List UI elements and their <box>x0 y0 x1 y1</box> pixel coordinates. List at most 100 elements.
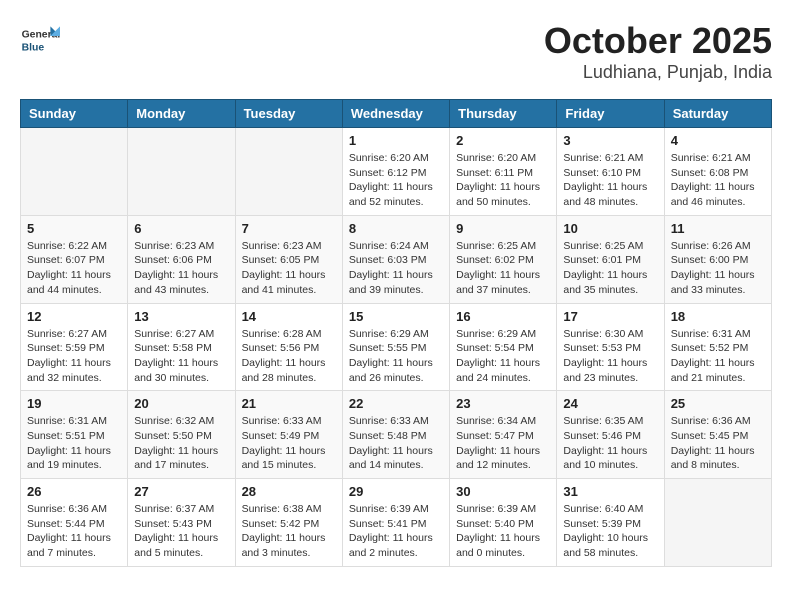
day-number: 2 <box>456 133 550 148</box>
calendar-cell: 30 Sunrise: 6:39 AMSunset: 5:40 PMDayligh… <box>450 479 557 567</box>
calendar-cell: 13 Sunrise: 6:27 AMSunset: 5:58 PMDayligh… <box>128 303 235 391</box>
page-header: General Blue October 2025 Ludhiana, Punj… <box>20 20 772 83</box>
day-number: 29 <box>349 484 443 499</box>
day-info: Sunrise: 6:29 AMSunset: 5:54 PMDaylight:… <box>456 327 550 386</box>
day-info: Sunrise: 6:33 AMSunset: 5:48 PMDaylight:… <box>349 414 443 473</box>
day-info: Sunrise: 6:32 AMSunset: 5:50 PMDaylight:… <box>134 414 228 473</box>
day-number: 24 <box>563 396 657 411</box>
calendar-cell: 6 Sunrise: 6:23 AMSunset: 6:06 PMDaylight… <box>128 215 235 303</box>
day-info: Sunrise: 6:39 AMSunset: 5:40 PMDaylight:… <box>456 502 550 561</box>
calendar-cell: 21 Sunrise: 6:33 AMSunset: 5:49 PMDayligh… <box>235 391 342 479</box>
logo-icon: General Blue <box>20 20 60 60</box>
day-info: Sunrise: 6:33 AMSunset: 5:49 PMDaylight:… <box>242 414 336 473</box>
day-number: 19 <box>27 396 121 411</box>
calendar-cell <box>128 128 235 216</box>
day-info: Sunrise: 6:20 AMSunset: 6:11 PMDaylight:… <box>456 151 550 210</box>
calendar-cell: 2 Sunrise: 6:20 AMSunset: 6:11 PMDaylight… <box>450 128 557 216</box>
day-info: Sunrise: 6:23 AMSunset: 6:05 PMDaylight:… <box>242 239 336 298</box>
month-title: October 2025 <box>544 20 772 62</box>
day-number: 7 <box>242 221 336 236</box>
calendar-cell: 1 Sunrise: 6:20 AMSunset: 6:12 PMDaylight… <box>342 128 449 216</box>
day-info: Sunrise: 6:20 AMSunset: 6:12 PMDaylight:… <box>349 151 443 210</box>
day-info: Sunrise: 6:26 AMSunset: 6:00 PMDaylight:… <box>671 239 765 298</box>
day-number: 1 <box>349 133 443 148</box>
day-number: 20 <box>134 396 228 411</box>
calendar-cell: 25Sunrise: 6:36 AMSunset: 5:45 PMDayligh… <box>664 391 771 479</box>
day-number: 21 <box>242 396 336 411</box>
calendar-cell: 23 Sunrise: 6:34 AMSunset: 5:47 PMDayligh… <box>450 391 557 479</box>
calendar-week-2: 5 Sunrise: 6:22 AMSunset: 6:07 PMDaylight… <box>21 215 772 303</box>
calendar-cell <box>664 479 771 567</box>
day-number: 15 <box>349 309 443 324</box>
day-number: 11 <box>671 221 765 236</box>
calendar-cell: 26Sunrise: 6:36 AMSunset: 5:44 PMDayligh… <box>21 479 128 567</box>
day-number: 31 <box>563 484 657 499</box>
title-area: October 2025 Ludhiana, Punjab, India <box>544 20 772 83</box>
calendar-cell: 15 Sunrise: 6:29 AMSunset: 5:55 PMDayligh… <box>342 303 449 391</box>
day-info: Sunrise: 6:22 AMSunset: 6:07 PMDaylight:… <box>27 239 121 298</box>
calendar-week-1: 1 Sunrise: 6:20 AMSunset: 6:12 PMDaylight… <box>21 128 772 216</box>
day-number: 3 <box>563 133 657 148</box>
day-number: 16 <box>456 309 550 324</box>
calendar-cell: 5 Sunrise: 6:22 AMSunset: 6:07 PMDaylight… <box>21 215 128 303</box>
day-number: 28 <box>242 484 336 499</box>
calendar-cell: 20 Sunrise: 6:32 AMSunset: 5:50 PMDayligh… <box>128 391 235 479</box>
day-number: 23 <box>456 396 550 411</box>
day-number: 4 <box>671 133 765 148</box>
col-wednesday: Wednesday <box>342 100 449 128</box>
calendar-cell: 9Sunrise: 6:25 AMSunset: 6:02 PMDaylight… <box>450 215 557 303</box>
calendar-cell: 10Sunrise: 6:25 AMSunset: 6:01 PMDayligh… <box>557 215 664 303</box>
calendar-cell: 4Sunrise: 6:21 AMSunset: 6:08 PMDaylight… <box>664 128 771 216</box>
col-saturday: Saturday <box>664 100 771 128</box>
day-info: Sunrise: 6:30 AMSunset: 5:53 PMDaylight:… <box>563 327 657 386</box>
calendar-cell: 19Sunrise: 6:31 AMSunset: 5:51 PMDayligh… <box>21 391 128 479</box>
day-number: 14 <box>242 309 336 324</box>
col-sunday: Sunday <box>21 100 128 128</box>
day-number: 6 <box>134 221 228 236</box>
day-number: 30 <box>456 484 550 499</box>
day-info: Sunrise: 6:36 AMSunset: 5:44 PMDaylight:… <box>27 502 121 561</box>
calendar-week-3: 12Sunrise: 6:27 AMSunset: 5:59 PMDayligh… <box>21 303 772 391</box>
day-info: Sunrise: 6:27 AMSunset: 5:59 PMDaylight:… <box>27 327 121 386</box>
calendar-cell: 16 Sunrise: 6:29 AMSunset: 5:54 PMDayligh… <box>450 303 557 391</box>
calendar-cell: 17 Sunrise: 6:30 AMSunset: 5:53 PMDayligh… <box>557 303 664 391</box>
calendar-cell <box>21 128 128 216</box>
day-number: 10 <box>563 221 657 236</box>
day-number: 27 <box>134 484 228 499</box>
calendar-cell: 11 Sunrise: 6:26 AMSunset: 6:00 PMDayligh… <box>664 215 771 303</box>
day-info: Sunrise: 6:24 AMSunset: 6:03 PMDaylight:… <box>349 239 443 298</box>
calendar-cell: 28 Sunrise: 6:38 AMSunset: 5:42 PMDayligh… <box>235 479 342 567</box>
calendar-header-row: Sunday Monday Tuesday Wednesday Thursday… <box>21 100 772 128</box>
calendar-cell: 22 Sunrise: 6:33 AMSunset: 5:48 PMDayligh… <box>342 391 449 479</box>
day-number: 22 <box>349 396 443 411</box>
day-info: Sunrise: 6:29 AMSunset: 5:55 PMDaylight:… <box>349 327 443 386</box>
day-info: Sunrise: 6:35 AMSunset: 5:46 PMDaylight:… <box>563 414 657 473</box>
calendar-table: Sunday Monday Tuesday Wednesday Thursday… <box>20 99 772 567</box>
day-info: Sunrise: 6:39 AMSunset: 5:41 PMDaylight:… <box>349 502 443 561</box>
day-number: 17 <box>563 309 657 324</box>
calendar-cell: 3 Sunrise: 6:21 AMSunset: 6:10 PMDaylight… <box>557 128 664 216</box>
day-info: Sunrise: 6:34 AMSunset: 5:47 PMDaylight:… <box>456 414 550 473</box>
day-number: 5 <box>27 221 121 236</box>
day-info: Sunrise: 6:40 AMSunset: 5:39 PMDaylight:… <box>563 502 657 561</box>
day-info: Sunrise: 6:31 AMSunset: 5:52 PMDaylight:… <box>671 327 765 386</box>
day-number: 8 <box>349 221 443 236</box>
calendar-cell: 14 Sunrise: 6:28 AMSunset: 5:56 PMDayligh… <box>235 303 342 391</box>
day-info: Sunrise: 6:38 AMSunset: 5:42 PMDaylight:… <box>242 502 336 561</box>
day-info: Sunrise: 6:27 AMSunset: 5:58 PMDaylight:… <box>134 327 228 386</box>
day-info: Sunrise: 6:21 AMSunset: 6:10 PMDaylight:… <box>563 151 657 210</box>
day-info: Sunrise: 6:23 AMSunset: 6:06 PMDaylight:… <box>134 239 228 298</box>
calendar-cell: 29 Sunrise: 6:39 AMSunset: 5:41 PMDayligh… <box>342 479 449 567</box>
day-number: 13 <box>134 309 228 324</box>
col-thursday: Thursday <box>450 100 557 128</box>
day-info: Sunrise: 6:28 AMSunset: 5:56 PMDaylight:… <box>242 327 336 386</box>
svg-text:Blue: Blue <box>22 42 45 53</box>
calendar-week-5: 26Sunrise: 6:36 AMSunset: 5:44 PMDayligh… <box>21 479 772 567</box>
col-friday: Friday <box>557 100 664 128</box>
calendar-cell: 31 Sunrise: 6:40 AMSunset: 5:39 PMDayligh… <box>557 479 664 567</box>
calendar-cell: 7 Sunrise: 6:23 AMSunset: 6:05 PMDaylight… <box>235 215 342 303</box>
calendar-cell: 27 Sunrise: 6:37 AMSunset: 5:43 PMDayligh… <box>128 479 235 567</box>
day-info: Sunrise: 6:37 AMSunset: 5:43 PMDaylight:… <box>134 502 228 561</box>
calendar-cell: 8 Sunrise: 6:24 AMSunset: 6:03 PMDaylight… <box>342 215 449 303</box>
calendar-cell: 18Sunrise: 6:31 AMSunset: 5:52 PMDayligh… <box>664 303 771 391</box>
